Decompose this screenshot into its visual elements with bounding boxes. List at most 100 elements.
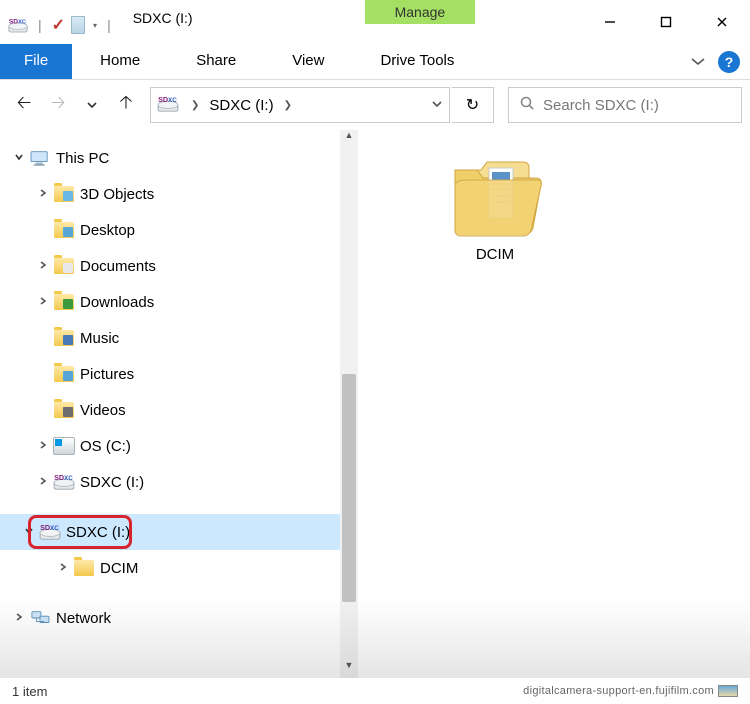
breadcrumb-drive[interactable]: SDXC (I:) [205,97,277,114]
svg-text:XC: XC [50,525,59,532]
tree-item-music[interactable]: › Music [0,320,358,356]
scroll-up-icon[interactable]: ▲ [340,130,358,148]
qat-dropdown-icon[interactable]: ▾ [93,21,97,30]
search-icon [519,95,535,115]
collapse-ribbon-icon[interactable] [690,55,706,69]
drive-sdxc-icon: SD XC [8,15,28,35]
documents-icon [52,255,76,277]
svg-text:XC: XC [168,97,177,104]
tree-label: SDXC (I:) [66,524,130,541]
expand-icon[interactable] [10,612,28,625]
tree-item-sdxc-current[interactable]: SDXC SDXC (I:) [0,514,358,550]
address-drive-icon: SD XC [151,95,185,116]
tree-item-3d-objects[interactable]: 3D Objects [0,176,358,212]
minimize-button[interactable] [582,7,638,37]
properties-icon[interactable]: ✓ [52,15,65,35]
nav-scrollbar[interactable]: ▲ ▼ [340,130,358,678]
folder-item-dcim[interactable]: DCIM [430,150,560,263]
address-bar[interactable]: SD XC ❯ SDXC (I:) ❯ [150,87,450,123]
tree-label: DCIM [100,560,138,577]
quick-access-toolbar: SD XC | ✓ ▾ | [0,0,123,44]
maximize-button[interactable] [638,7,694,37]
tree-label: Pictures [80,366,134,383]
search-input[interactable]: Search SDXC (I:) [508,87,742,123]
close-button[interactable] [694,7,750,37]
forward-button[interactable]: 🡢 [42,88,74,122]
tree-label: Desktop [80,222,135,239]
sdxc-drive-icon: SDXC [38,521,62,543]
tree-label: Videos [80,402,126,419]
downloads-icon [52,291,76,313]
view-tab[interactable]: View [264,44,352,79]
tree-label: This PC [56,150,109,167]
watermark-thumb-icon [718,685,738,697]
desktop-icon [52,219,76,241]
window-controls [582,0,750,44]
tree-item-sdxc-sub[interactable]: SDXC SDXC (I:) [0,464,358,500]
tree-item-downloads[interactable]: Downloads [0,284,358,320]
scroll-thumb[interactable] [342,374,356,602]
tree-item-documents[interactable]: Documents [0,248,358,284]
file-tab[interactable]: File [0,44,72,79]
expand-icon[interactable] [34,440,52,453]
chevron-right-icon[interactable]: ❯ [278,100,298,111]
scroll-down-icon[interactable]: ▼ [340,660,358,678]
ribbon-tabs: File Home Share View Drive Tools ? [0,44,750,80]
tree-label: SDXC (I:) [80,474,144,491]
svg-text:XC: XC [18,19,27,25]
collapse-icon[interactable] [10,152,28,165]
svg-text:SD: SD [9,18,18,25]
explorer-body: This PC 3D Objects › Desktop Documents D [0,130,750,678]
3d-objects-icon [52,183,76,205]
manage-tab-header[interactable]: Manage [365,0,476,24]
file-explorer-window: SD XC | ✓ ▾ | SDXC (I:) Manage [0,0,750,704]
tree-label: Documents [80,258,156,275]
svg-text:XC: XC [64,475,73,482]
expand-icon[interactable] [34,296,52,309]
tree-item-videos[interactable]: › Videos [0,392,358,428]
expand-icon[interactable] [54,562,72,575]
expand-icon[interactable] [34,188,52,201]
network-icon [28,607,52,629]
folder-icon [72,557,96,579]
new-folder-icon[interactable] [71,16,85,34]
title-bar: SD XC | ✓ ▾ | SDXC (I:) Manage [0,0,750,44]
tree-label: Downloads [80,294,154,311]
address-history-dropdown[interactable] [423,98,449,113]
recent-locations-dropdown[interactable] [76,88,108,122]
tree-item-dcim[interactable]: DCIM [0,550,358,586]
tree-network[interactable]: Network [0,600,358,636]
os-drive-icon [52,435,76,457]
music-icon [52,327,76,349]
content-pane[interactable]: DCIM [358,130,750,678]
tree-item-desktop[interactable]: › Desktop [0,212,358,248]
tree-label: 3D Objects [80,186,154,203]
qat-separator: | [38,17,42,33]
refresh-button[interactable]: ↻ [452,87,494,123]
home-tab[interactable]: Home [72,44,168,79]
share-tab[interactable]: Share [168,44,264,79]
tree-item-pictures[interactable]: › Pictures [0,356,358,392]
watermark: digitalcamera-support-en.fujifilm.com [523,685,738,697]
folder-open-icon [445,150,545,240]
this-pc-icon [28,147,52,169]
status-bar: 1 item digitalcamera-support-en.fujifilm… [0,678,750,704]
up-button[interactable]: 🡡 [110,88,142,122]
videos-icon [52,399,76,421]
navigation-bar: 🡠 🡢 🡡 SD XC ❯ SDXC (I:) ❯ ↻ [0,80,750,130]
collapse-icon[interactable] [20,526,38,539]
svg-text:SD: SD [158,95,168,104]
expand-icon[interactable] [34,260,52,273]
tree-item-os-c[interactable]: OS (C:) [0,428,358,464]
drive-tools-tab[interactable]: Drive Tools [352,44,482,79]
contextual-tab-group: Manage [365,0,476,44]
expand-icon[interactable] [34,476,52,489]
help-icon[interactable]: ? [718,51,740,73]
chevron-right-icon[interactable]: ❯ [185,100,205,111]
tree-this-pc[interactable]: This PC [0,140,358,176]
navigation-pane: This PC 3D Objects › Desktop Documents D [0,130,358,678]
tree-label: OS (C:) [80,438,131,455]
tree-label: Music [80,330,119,347]
back-button[interactable]: 🡠 [8,88,40,122]
svg-text:SD: SD [40,523,50,532]
